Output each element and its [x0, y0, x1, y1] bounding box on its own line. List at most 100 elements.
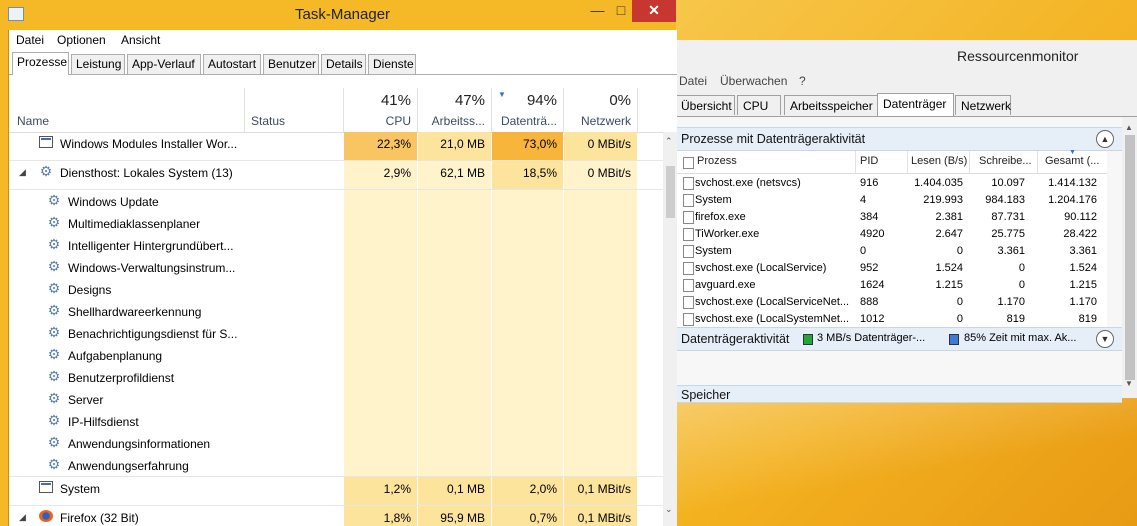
service-row[interactable]: ⚙ Designs: [9, 278, 663, 300]
cpu-label: CPU: [385, 114, 411, 128]
select-all-checkbox[interactable]: [683, 157, 694, 169]
menu-ansicht[interactable]: Ansicht: [121, 33, 160, 47]
row-checkbox[interactable]: [683, 211, 694, 224]
rm-titlebar[interactable]: Ressourcenmonitor: [677, 40, 1137, 70]
disk-process-row[interactable]: firefox.exe 384 2.381 87.731 90.112: [677, 209, 1107, 226]
col-netzwerk[interactable]: 0% Netzwerk: [564, 88, 637, 132]
disk-process-row[interactable]: svchost.exe (LocalServiceNet... 888 0 1.170…: [677, 294, 1107, 311]
process-group-diensthost[interactable]: ◢ ⚙ Diensthost: Lokales System (13) 2,9% 62,…: [9, 161, 663, 190]
expand-toggle-icon[interactable]: ◢: [19, 512, 26, 523]
section-disk-processes-header[interactable]: Prozesse mit Datenträgeraktivität ▲: [677, 127, 1122, 151]
disk-process-row[interactable]: System 0 0 3.361 3.361: [677, 243, 1107, 260]
expand-icon[interactable]: ▼: [1096, 330, 1114, 348]
service-gear-icon: ⚙: [47, 302, 61, 318]
col-prozess[interactable]: Prozess: [697, 155, 737, 167]
rm-tab-cpu[interactable]: CPU: [737, 95, 781, 115]
service-row[interactable]: ⚙ Multimediaklassenplaner: [9, 212, 663, 234]
memory-label: Arbeitss...: [431, 114, 485, 128]
cpu-total: 41%: [380, 92, 411, 109]
col-lesen[interactable]: Lesen (B/s): [911, 155, 967, 167]
row-checkbox[interactable]: [683, 313, 694, 326]
service-row[interactable]: ⚙ Anwendungserfahrung: [9, 454, 663, 476]
mem-value: 21,0 MB: [440, 137, 485, 151]
task-manager-window[interactable]: Task-Manager — □ ✕ Datei Optionen Ansich…: [0, 0, 677, 526]
disk-process-row[interactable]: System 4 219.993 984.183 1.204.176: [677, 192, 1107, 209]
service-gear-icon: ⚙: [47, 368, 61, 384]
col-name[interactable]: Name: [17, 114, 49, 128]
section-speicher-header[interactable]: Speicher: [677, 385, 1122, 403]
rm-tab-netzwerk[interactable]: Netzwerk: [955, 95, 1011, 115]
tab-details[interactable]: Details: [321, 54, 366, 74]
service-row[interactable]: ⚙ Windows-Verwaltungsinstrum...: [9, 256, 663, 278]
row-checkbox[interactable]: [683, 262, 694, 275]
tm-titlebar[interactable]: Task-Manager — □ ✕: [0, 0, 676, 30]
disk-process-row[interactable]: svchost.exe (LocalService) 952 1.524 0 1.524: [677, 260, 1107, 277]
process-list-scrollbar[interactable]: ⌃ ⌄: [663, 132, 677, 526]
minimize-icon[interactable]: —: [585, 0, 610, 22]
menu-optionen[interactable]: Optionen: [57, 33, 106, 47]
scroll-up-icon[interactable]: ▲: [1125, 123, 1133, 132]
menu-datei[interactable]: Datei: [16, 33, 44, 47]
rm-menu-datei[interactable]: Datei: [679, 74, 707, 88]
rm-tab-arbeitsspeicher[interactable]: Arbeitsspeicher: [784, 95, 878, 115]
scroll-up-icon[interactable]: ⌃: [665, 136, 673, 147]
resource-monitor-window[interactable]: Ressourcenmonitor Datei Überwachen ? Übe…: [675, 40, 1137, 403]
disk-process-row[interactable]: svchost.exe (LocalSystemNet... 1012 0 819 81…: [677, 311, 1107, 328]
process-row-firefox[interactable]: ◢ Firefox (32 Bit) 1,8% 95,9 MB 0,7% 0,1 MBit…: [9, 506, 663, 526]
scroll-down-icon[interactable]: ⌄: [665, 504, 673, 515]
service-row[interactable]: ⚙ Benutzerprofildienst: [9, 366, 663, 388]
row-checkbox[interactable]: [683, 177, 694, 190]
service-row[interactable]: ⚙ Aufgabenplanung: [9, 344, 663, 366]
service-row[interactable]: ⚙ IP-Hilfsdienst: [9, 410, 663, 432]
net-value: 0,1 MBit/s: [577, 511, 631, 525]
service-row[interactable]: ⚙ Benachrichtigungsdienst für S...: [9, 322, 663, 344]
service-gear-icon: ⚙: [47, 280, 61, 296]
col-arbeitsspeicher[interactable]: 47% Arbeitss...: [418, 88, 491, 132]
process-row-system[interactable]: System 1,2% 0,1 MB 2,0% 0,1 MBit/s: [9, 477, 663, 506]
row-checkbox[interactable]: [683, 296, 694, 309]
col-status[interactable]: Status: [251, 114, 285, 128]
col-separator: [637, 88, 638, 132]
tab-dienste[interactable]: Dienste: [368, 54, 416, 74]
scroll-thumb[interactable]: [666, 166, 675, 218]
net-value: 0 MBit/s: [587, 137, 631, 151]
process-pid: 952: [860, 262, 879, 274]
scroll-thumb[interactable]: [1125, 135, 1135, 380]
col-pid[interactable]: PID: [860, 155, 878, 167]
tab-app-verlauf[interactable]: App-Verlauf: [127, 54, 201, 74]
tab-autostart[interactable]: Autostart: [203, 54, 261, 74]
process-row-modules-installer[interactable]: Windows Modules Installer Wor... 22,3% 21,…: [9, 132, 663, 161]
rm-menu-help[interactable]: ?: [799, 74, 806, 88]
col-datentraeger[interactable]: ▼ 94% Datenträ...: [492, 88, 563, 132]
row-checkbox[interactable]: [683, 245, 694, 258]
tab-benutzer[interactable]: Benutzer: [263, 54, 319, 74]
disk-total: 94%: [526, 92, 557, 109]
section-disk-activity-header[interactable]: Datenträgeraktivität 3 MB/s Datenträger-…: [677, 327, 1122, 351]
rm-menu-ueberwachen[interactable]: Überwachen: [720, 74, 787, 88]
close-icon[interactable]: ✕: [632, 0, 676, 22]
rm-scrollbar[interactable]: ▲ ▼: [1122, 117, 1137, 398]
tab-leistung[interactable]: Leistung: [71, 54, 125, 74]
rm-tab-uebersicht[interactable]: Übersicht: [675, 95, 735, 115]
expand-toggle-icon[interactable]: ◢: [19, 167, 26, 178]
service-row[interactable]: ⚙ Windows Update: [9, 190, 663, 212]
col-schreiben[interactable]: Schreibe...: [979, 155, 1032, 167]
total-bytes: 90.112: [1064, 211, 1097, 223]
service-row[interactable]: ⚙ Intelligenter Hintergrundübert...: [9, 234, 663, 256]
disk-process-row[interactable]: avguard.exe 1624 1.215 0 1.215: [677, 277, 1107, 294]
row-checkbox[interactable]: [683, 279, 694, 292]
service-row[interactable]: ⚙ Server: [9, 388, 663, 410]
scroll-down-icon[interactable]: ▼: [1125, 379, 1133, 388]
col-cpu[interactable]: 41% CPU: [344, 88, 417, 132]
row-checkbox[interactable]: [683, 194, 694, 207]
col-gesamt[interactable]: Gesamt (...: [1045, 155, 1099, 167]
collapse-icon[interactable]: ▲: [1096, 130, 1114, 148]
rm-tab-datentraeger[interactable]: Datenträger: [877, 93, 954, 116]
disk-process-row[interactable]: svchost.exe (netsvcs) 916 1.404.035 10.097 1…: [677, 175, 1107, 192]
row-checkbox[interactable]: [683, 228, 694, 241]
tab-prozesse[interactable]: Prozesse: [12, 52, 69, 75]
disk-process-row[interactable]: TiWorker.exe 4920 2.647 25.775 28.422: [677, 226, 1107, 243]
service-row[interactable]: ⚙ Shellhardwareerkennung: [9, 300, 663, 322]
maximize-icon[interactable]: □: [610, 0, 632, 22]
service-row[interactable]: ⚙ Anwendungsinformationen: [9, 432, 663, 454]
